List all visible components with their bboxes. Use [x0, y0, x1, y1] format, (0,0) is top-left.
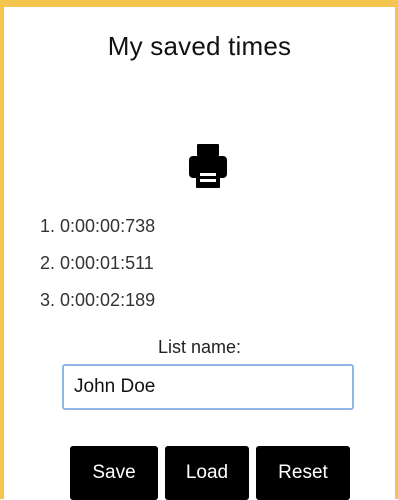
print-button[interactable]	[187, 142, 229, 190]
action-buttons: Save Load Reset	[70, 446, 350, 500]
page-title: My saved times	[107, 31, 292, 61]
list-name-input[interactable]	[62, 364, 354, 410]
reset-button[interactable]: Reset	[256, 446, 350, 500]
save-button[interactable]: Save	[70, 446, 158, 500]
list-item: 1. 0:00:00:738	[40, 216, 156, 236]
saved-times-list: 1. 0:00:00:738 2. 0:00:01:511 3. 0:00:02…	[40, 212, 155, 323]
list-name-label: List name:	[157, 337, 242, 357]
printer-icon	[189, 144, 227, 188]
list-item: 3. 0:00:02:189	[40, 290, 156, 310]
saved-times-panel: My saved times 1. 0:00:00:738 2. 0:00:01…	[0, 0, 398, 500]
load-button[interactable]: Load	[165, 446, 249, 500]
list-item: 2. 0:00:01:511	[40, 253, 154, 273]
